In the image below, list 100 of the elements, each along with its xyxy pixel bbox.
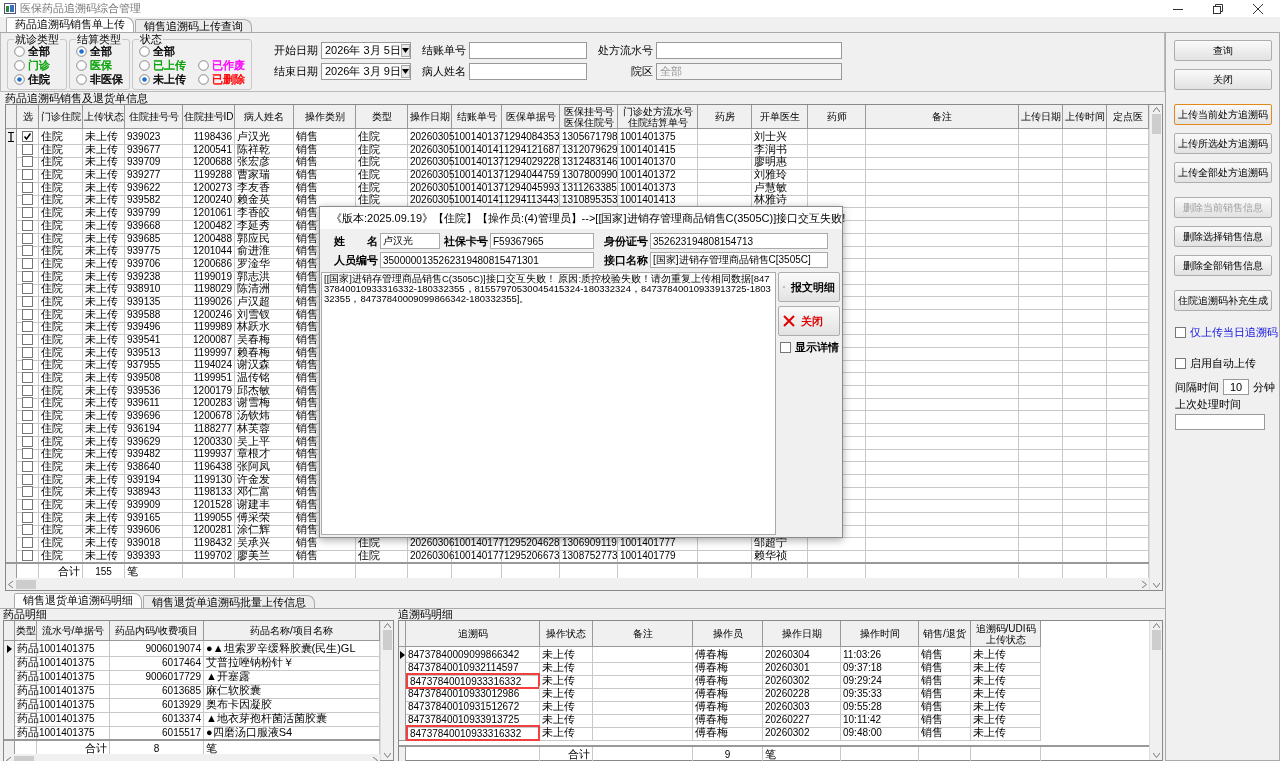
scroll-thumb[interactable] xyxy=(382,630,392,650)
radio-label[interactable]: 未上传 xyxy=(153,73,186,85)
column-header[interactable]: 开单医生 xyxy=(752,105,808,129)
radio-label[interactable]: 住院 xyxy=(28,73,50,85)
text-field[interactable]: [国家]进销存管理商品销售C[3505C] xyxy=(650,252,828,268)
column-header[interactable]: 门诊处方流水号住院结算单号 xyxy=(618,105,698,129)
dropdown-button[interactable] xyxy=(400,44,410,57)
action-button[interactable]: 上传全部处方追溯码 xyxy=(1173,162,1272,183)
checkbox-icon[interactable] xyxy=(22,511,33,523)
horizontal-scrollbar[interactable] xyxy=(6,578,1149,590)
checkbox-icon[interactable] xyxy=(22,498,33,510)
column-header[interactable]: 药师 xyxy=(808,105,866,129)
tab[interactable]: 药品追溯码销售单上传 xyxy=(6,17,134,32)
scroll-up-icon[interactable] xyxy=(1152,623,1160,628)
column-header[interactable]: 住院挂号号 xyxy=(125,105,183,129)
checkbox-icon[interactable] xyxy=(22,486,33,498)
text-field[interactable] xyxy=(1175,414,1265,430)
column-header[interactable]: 备注 xyxy=(866,105,1019,129)
checkbox-icon[interactable] xyxy=(22,397,33,409)
checkbox-icon[interactable] xyxy=(22,156,33,168)
checkbox-icon[interactable] xyxy=(22,283,33,295)
action-button[interactable]: 上传当前处方追溯码 xyxy=(1173,104,1272,125)
column-header[interactable]: 门诊住院 xyxy=(39,105,83,129)
scroll-down-icon[interactable] xyxy=(383,753,391,758)
text-field[interactable]: 352623194808154713 xyxy=(650,233,828,249)
column-header[interactable]: 药品内码/收费项目 xyxy=(110,621,204,641)
scroll-right-icon[interactable] xyxy=(1142,580,1147,588)
checkbox-icon[interactable] xyxy=(22,460,33,472)
scroll-thumb[interactable] xyxy=(16,579,36,589)
column-header[interactable]: 操作类别 xyxy=(294,105,356,129)
column-header[interactable]: 类型 xyxy=(356,105,408,129)
scroll-left-icon[interactable] xyxy=(6,756,11,761)
checkbox-icon[interactable] xyxy=(1175,327,1186,338)
checkbox-icon[interactable] xyxy=(22,435,33,447)
checkbox-icon[interactable] xyxy=(22,131,33,142)
checkbox-icon[interactable] xyxy=(22,334,33,345)
radio-label[interactable]: 全部 xyxy=(90,45,112,57)
column-header[interactable]: 定点医 xyxy=(1107,105,1149,129)
dialog-button[interactable]: 关闭 xyxy=(778,306,840,336)
tab[interactable]: 销售退货单追溯码明细 xyxy=(14,593,142,608)
column-header[interactable]: 药品名称/项目名称 xyxy=(204,621,380,641)
column-header[interactable]: 追溯码 xyxy=(406,621,540,647)
column-header[interactable]: 操作员 xyxy=(693,621,763,647)
text-field[interactable]: F59367965 xyxy=(490,233,594,249)
restore-icon[interactable] xyxy=(1212,2,1224,15)
scroll-up-icon[interactable] xyxy=(383,623,391,628)
action-button[interactable]: 关闭 xyxy=(1173,69,1272,90)
checkbox-icon[interactable] xyxy=(22,448,33,460)
column-header[interactable]: 追溯码/UDI码上传状态 xyxy=(971,621,1041,647)
checkbox-icon[interactable] xyxy=(22,257,33,269)
vertical-scrollbar[interactable] xyxy=(1149,105,1162,590)
radio-label[interactable]: 门诊 xyxy=(28,59,50,71)
action-button[interactable]: 删除全部销售信息 xyxy=(1173,255,1272,276)
checkbox-icon[interactable] xyxy=(22,372,33,384)
radio-label[interactable]: 已上传 xyxy=(153,59,186,71)
radio-label[interactable]: 全部 xyxy=(153,45,175,57)
radio-label[interactable]: 已删除 xyxy=(212,73,245,85)
checkbox-icon[interactable] xyxy=(22,270,33,282)
scroll-right-icon[interactable] xyxy=(373,756,378,761)
checkbox-icon[interactable] xyxy=(22,295,33,307)
vertical-scrollbar[interactable] xyxy=(1149,621,1162,760)
scroll-down-icon[interactable] xyxy=(1152,753,1160,758)
column-header[interactable]: 操作日期 xyxy=(408,105,452,129)
column-header[interactable]: 医保单据号 xyxy=(502,105,560,129)
radio-label[interactable]: 医保 xyxy=(90,59,112,71)
column-header[interactable]: 药房 xyxy=(698,105,752,129)
dialog-button[interactable]: 报文明细 xyxy=(778,272,840,302)
checkbox-icon[interactable] xyxy=(22,308,33,320)
scroll-thumb[interactable] xyxy=(1151,630,1161,650)
tab[interactable]: 销售退货单追溯码批量上传信息 xyxy=(143,595,315,608)
date-picker[interactable]: 2026年 3月 9日 xyxy=(321,63,411,80)
scroll-left-icon[interactable] xyxy=(8,580,13,588)
checkbox-icon[interactable] xyxy=(22,321,33,333)
checkbox-icon[interactable] xyxy=(22,384,33,396)
text-field[interactable] xyxy=(656,42,842,59)
action-button[interactable]: 上传所选处方追溯码 xyxy=(1173,133,1272,154)
checkbox-icon[interactable] xyxy=(22,207,33,219)
date-picker[interactable]: 2026年 3月 5日 xyxy=(321,42,411,59)
text-field[interactable] xyxy=(469,63,587,80)
checkbox[interactable]: 显示详情 xyxy=(780,340,839,355)
action-button[interactable]: 住院追溯码补充生成 xyxy=(1173,290,1272,311)
column-header[interactable]: 备注 xyxy=(593,621,693,647)
column-header[interactable]: 操作日期 xyxy=(763,621,841,647)
checkbox-icon[interactable] xyxy=(22,524,33,536)
column-header[interactable]: 上传状态 xyxy=(83,105,125,129)
column-header[interactable]: 销售/退货 xyxy=(919,621,971,647)
scroll-thumb[interactable] xyxy=(1151,114,1161,134)
column-header[interactable]: 住院挂号ID xyxy=(183,105,235,129)
checkbox-icon[interactable] xyxy=(22,549,33,561)
action-button[interactable]: 查询 xyxy=(1173,40,1272,61)
checkbox-icon[interactable] xyxy=(22,169,33,181)
tab[interactable]: 销售追溯码上传查询 xyxy=(135,19,252,32)
close-icon[interactable] xyxy=(1252,2,1264,15)
checkbox-icon[interactable] xyxy=(22,245,33,257)
text-field[interactable]: 卢汉光 xyxy=(380,233,440,249)
action-button[interactable]: 删除选择销售信息 xyxy=(1173,226,1272,247)
checkbox-icon[interactable] xyxy=(22,219,33,231)
checkbox-icon[interactable] xyxy=(22,232,33,244)
column-header[interactable]: 流水号/单据号 xyxy=(37,621,110,641)
interval-field[interactable]: 10 xyxy=(1223,379,1249,395)
